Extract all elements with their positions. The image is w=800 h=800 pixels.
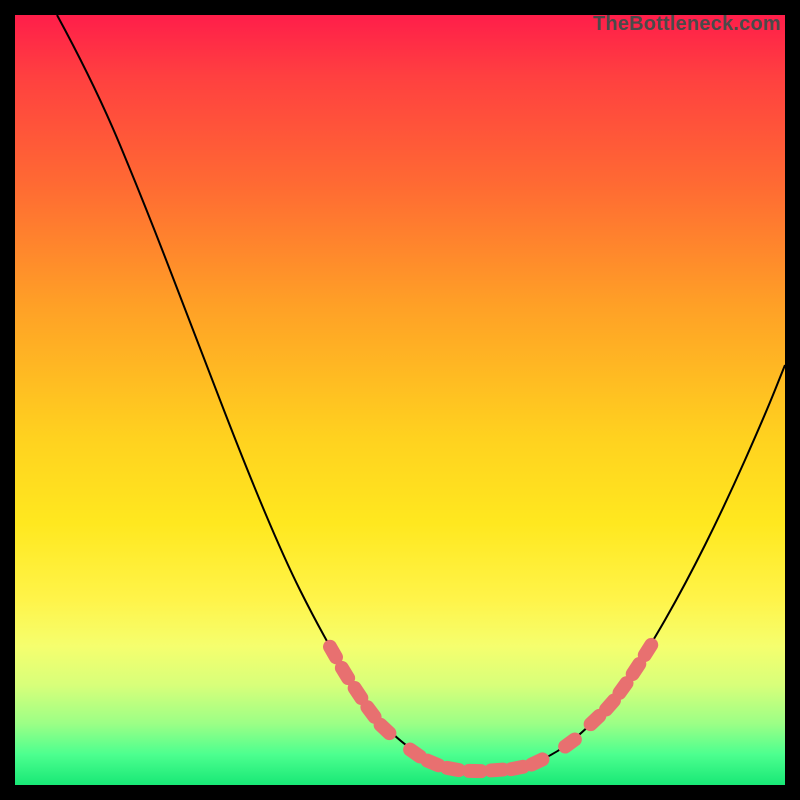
marker-group <box>320 635 660 778</box>
bottleneck-chart <box>15 15 785 785</box>
bottleneck-curve-path <box>57 15 785 770</box>
chart-frame: TheBottleneck.com <box>15 15 785 785</box>
